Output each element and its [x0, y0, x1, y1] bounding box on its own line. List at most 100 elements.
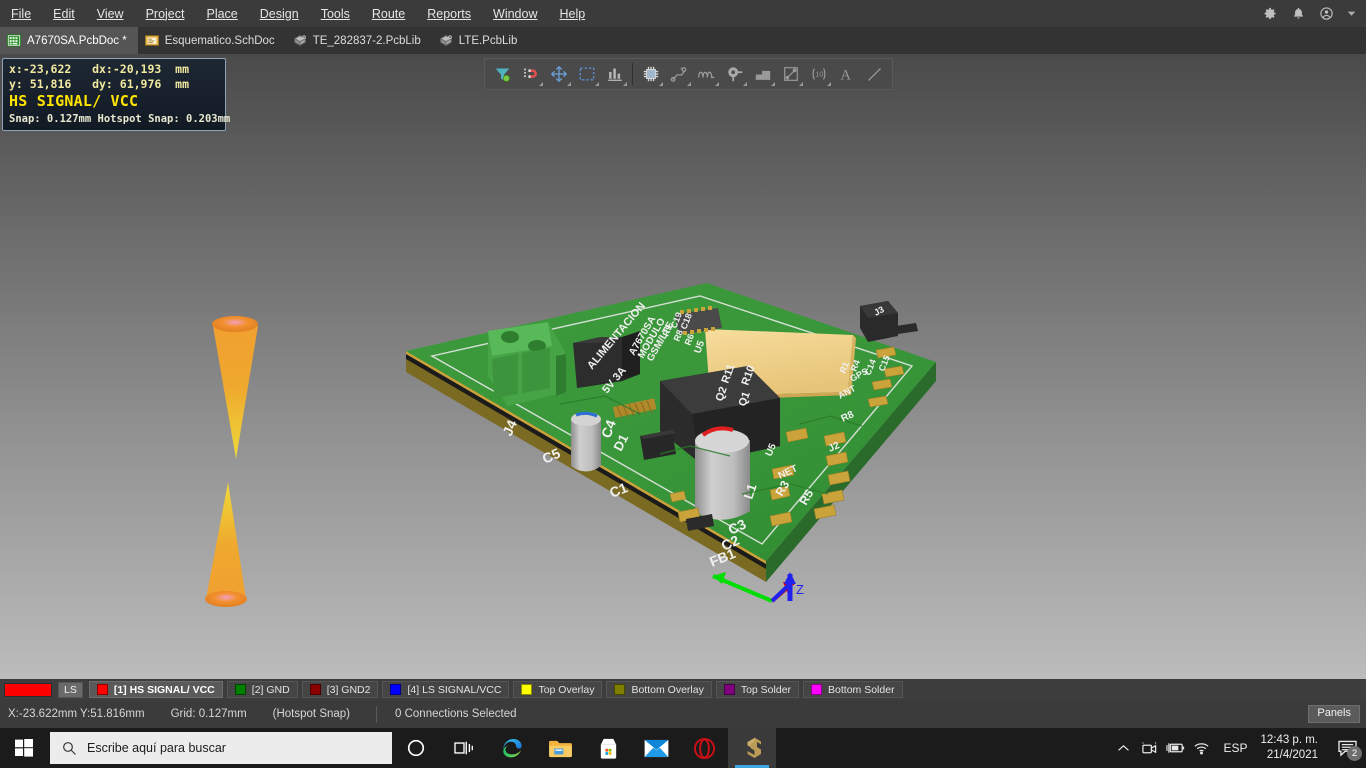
gear-icon[interactable] [1263, 6, 1278, 21]
wifi-icon[interactable] [1188, 728, 1214, 768]
place-component-icon[interactable] [637, 61, 664, 87]
window-action-icons [1263, 0, 1360, 27]
place-coordinate-icon[interactable]: 10 [805, 61, 832, 87]
opera-icon[interactable] [680, 728, 728, 768]
chevron-up-icon[interactable] [1110, 728, 1136, 768]
bell-icon[interactable] [1291, 6, 1306, 21]
menu-view[interactable]: View [86, 3, 135, 25]
panels-button[interactable]: Panels [1308, 705, 1360, 723]
route-trace-icon[interactable] [665, 61, 692, 87]
cortana-icon[interactable] [392, 728, 440, 768]
layer-label: [4] LS SIGNAL/VCC [407, 683, 502, 696]
layer-tab-hs-signal-vcc[interactable]: [1] HS SIGNAL/ VCC [88, 681, 223, 698]
menu-place[interactable]: Place [195, 3, 248, 25]
menu-project-label: Project [145, 6, 185, 21]
dropdown-caret [687, 82, 691, 86]
toolbar-separator [632, 63, 633, 85]
account-icon[interactable] [1319, 6, 1334, 21]
place-via-icon[interactable] [721, 61, 748, 87]
menu-window[interactable]: Window [482, 3, 548, 25]
dropdown-caret [799, 82, 803, 86]
dropdown-caret [623, 82, 627, 86]
tab-lte-pcblib[interactable]: LTE.PcbLib [432, 27, 529, 54]
language-indicator[interactable]: ESP [1214, 741, 1256, 755]
battery-charging-icon[interactable] [1162, 728, 1188, 768]
menu-bar: File Edit View Project Place Design Tool… [0, 0, 1366, 27]
hud-x-line: x:-23,622 dx:-20,193 mm [9, 62, 190, 76]
menu-tools[interactable]: Tools [310, 3, 361, 25]
layer-label: [1] HS SIGNAL/ VCC [113, 683, 215, 696]
net-probe-cone-upper [212, 316, 258, 459]
svg-text:10: 10 [815, 70, 823, 79]
place-string-icon[interactable]: A [833, 61, 860, 87]
camera-icon[interactable] [1136, 728, 1162, 768]
place-line-icon[interactable] [861, 61, 888, 87]
menu-help[interactable]: Help [548, 3, 596, 25]
place-dimension-icon[interactable] [777, 61, 804, 87]
layer-label: [2] GND [251, 683, 290, 696]
status-bar: X:-23.622mm Y:51.816mm Grid: 0.127mm (Ho… [0, 700, 1366, 728]
menu-design-label: Design [259, 6, 299, 21]
menu-file[interactable]: File [0, 3, 42, 25]
layer-tab-ls-signal-vcc[interactable]: [4] LS SIGNAL/VCC [382, 681, 510, 698]
layer-tab-gnd[interactable]: [2] GND [226, 681, 298, 698]
action-center-button[interactable]: 2 [1328, 728, 1366, 768]
document-tab-bar: A7670SA.PcbDoc * Esquematico.SchDoc TE_2… [0, 27, 1366, 54]
menu-window-label: Window [493, 6, 538, 21]
menu-reports[interactable]: Reports [416, 3, 482, 25]
schdoc-icon [144, 35, 159, 46]
component-c5-capacitor [571, 411, 601, 472]
file-explorer-icon[interactable] [536, 728, 584, 768]
dropdown-caret [715, 82, 719, 86]
place-polygon-icon[interactable] [749, 61, 776, 87]
microsoft-store-icon[interactable] [584, 728, 632, 768]
align-icon[interactable] [601, 61, 628, 87]
chevron-down-icon[interactable] [1347, 9, 1356, 18]
dropdown-caret [539, 82, 543, 86]
clock[interactable]: 12:43 p. m. 21/4/2021 [1256, 733, 1328, 763]
start-button[interactable] [0, 728, 48, 768]
layer-tab-top-solder[interactable]: Top Solder [715, 681, 800, 698]
hud-net-name: HS SIGNAL/ VCC [9, 92, 139, 111]
mail-icon[interactable] [632, 728, 680, 768]
menu-reports-label: Reports [427, 6, 472, 21]
cursor-info-hud: x:-23,622 dx:-20,193 mm y: 51,816 dy: 61… [2, 58, 230, 132]
tab-esquematico-schdoc[interactable]: Esquematico.SchDoc [138, 27, 286, 54]
active-bar-toolbar: 10 A [484, 58, 893, 90]
menu-project[interactable]: Project [135, 3, 196, 25]
magnet-snap-icon[interactable] [517, 61, 544, 87]
menu-place-label: Place [206, 6, 238, 21]
hud-y-line: y: 51,816 dy: 61,976 mm [9, 76, 190, 91]
notification-badge: 2 [1347, 746, 1362, 761]
layer-color-swatch [723, 684, 735, 695]
search-input[interactable]: Escribe aquí para buscar [50, 732, 392, 764]
layer-label: Bottom Solder [828, 683, 895, 696]
area-select-icon[interactable] [573, 61, 600, 87]
pcb-3d-viewport[interactable]: J4 C5 C4 C1 D1 C3 C2 FB1 L1 R3 R5 R11 R1… [0, 54, 1366, 679]
altium-designer-icon[interactable] [728, 728, 776, 768]
filter-icon[interactable] [489, 61, 516, 87]
tab-a7670sa-pcbdoc[interactable]: A7670SA.PcbDoc * [0, 27, 138, 54]
status-divider [376, 705, 378, 723]
windows-taskbar: Escribe aquí para buscar ESP 12:43 p. m.… [0, 728, 1366, 768]
menu-tools-label: Tools [320, 6, 350, 21]
menu-edit[interactable]: Edit [42, 3, 86, 25]
move-crosshair-icon[interactable] [545, 61, 572, 87]
layer-tab-bottom-overlay[interactable]: Bottom Overlay [606, 681, 712, 698]
layer-tab-bottom-solder[interactable]: Bottom Solder [803, 681, 903, 698]
tab-label: LTE.PcbLib [458, 34, 518, 47]
dropdown-caret [743, 82, 747, 86]
tab-te-282837-2-pcblib[interactable]: TE_282837-2.PcbLib [286, 27, 432, 54]
layer-color-swatch [811, 684, 823, 695]
status-snap-mode: (Hotspot Snap) [272, 708, 351, 720]
layer-tab-gnd2[interactable]: [3] GND2 [301, 681, 379, 698]
layer-tab-top-overlay[interactable]: Top Overlay [513, 681, 603, 698]
menu-route[interactable]: Route [361, 3, 416, 25]
layer-current-swatch[interactable]: LS [4, 681, 83, 698]
task-view-icon[interactable] [440, 728, 488, 768]
edge-icon[interactable] [488, 728, 536, 768]
interactive-length-tuning-icon[interactable] [693, 61, 720, 87]
menu-design[interactable]: Design [249, 3, 310, 25]
pcb-3d-model[interactable]: J4 C5 C4 C1 D1 C3 C2 FB1 L1 R3 R5 R11 R1… [0, 54, 1366, 679]
component-c3-capacitor [695, 426, 750, 520]
